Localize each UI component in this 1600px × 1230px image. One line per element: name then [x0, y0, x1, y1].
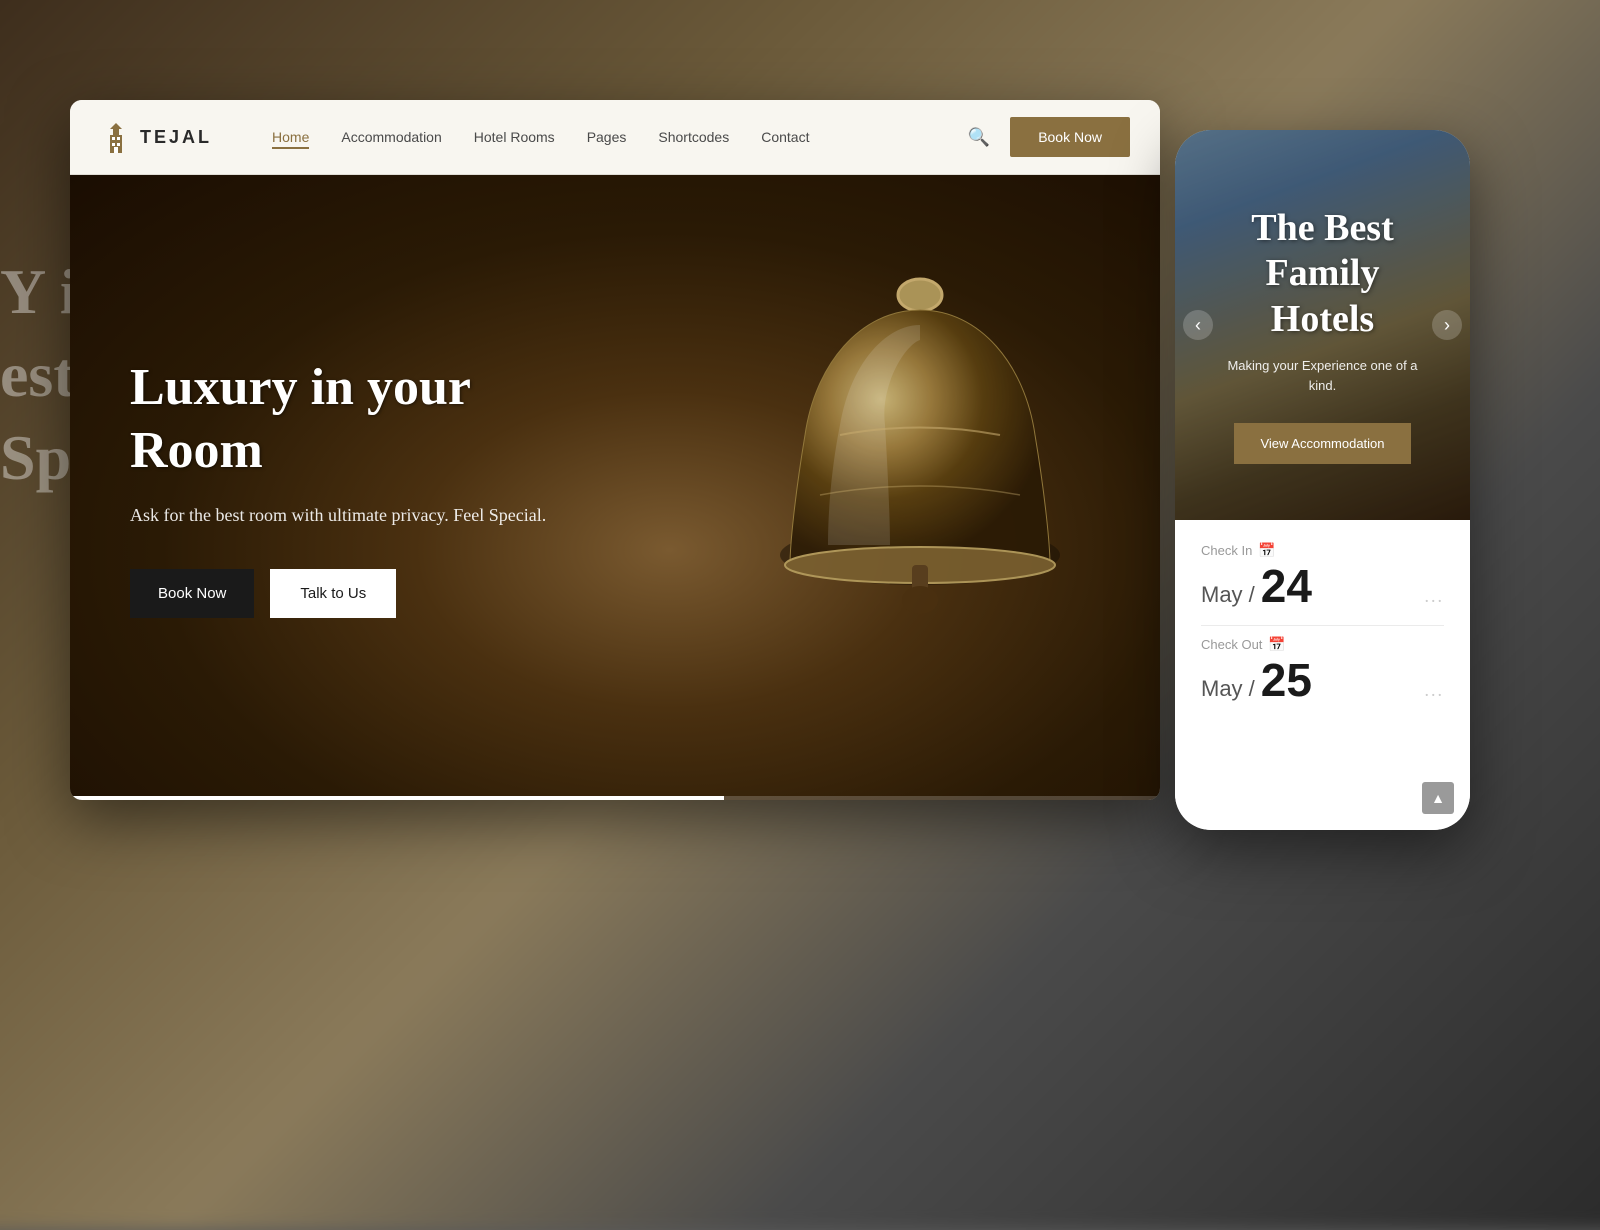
nav-shortcodes[interactable]: Shortcodes	[658, 129, 729, 145]
progress-bar-fill	[70, 796, 724, 800]
carousel-next-button[interactable]: ›	[1432, 310, 1462, 340]
hero-title: Luxury in your Room	[130, 357, 610, 482]
checkin-field: Check In 📅 May / 24 ...	[1201, 542, 1444, 609]
calendar-icon: 📅	[1258, 542, 1275, 559]
hero-section: Luxury in your Room Ask for the best roo…	[70, 175, 1160, 800]
hero-buttons: Book Now Talk to Us	[130, 569, 610, 618]
checkin-dots: ...	[1425, 586, 1445, 607]
logo-text: TEJAL	[140, 127, 212, 148]
checkin-day: 24	[1261, 563, 1312, 609]
hero-subtitle: Ask for the best room with ultimate priv…	[130, 502, 610, 529]
nav-right: 🔍 Book Now	[968, 117, 1130, 157]
booking-panel: Check In 📅 May / 24 ... Check Out 📅 May …	[1175, 520, 1470, 830]
checkin-month: May /	[1201, 582, 1255, 608]
nav-pages[interactable]: Pages	[587, 129, 627, 145]
booking-divider	[1201, 625, 1444, 626]
navbar-book-now-button[interactable]: Book Now	[1010, 117, 1130, 157]
nav-hotel-rooms[interactable]: Hotel Rooms	[474, 129, 555, 145]
progress-bar-area	[70, 796, 1160, 800]
phone-hero-subtitle: Making your Experience one of a kind.	[1215, 356, 1430, 395]
checkin-label: Check In 📅	[1201, 542, 1444, 559]
nav-links: Home Accommodation Hotel Rooms Pages Sho…	[272, 129, 968, 145]
checkout-label: Check Out 📅	[1201, 636, 1444, 653]
phone-hero-content: The Best Family Hotels Making your Exper…	[1175, 130, 1470, 520]
search-icon[interactable]: 🔍	[968, 127, 990, 148]
nav-home[interactable]: Home	[272, 129, 309, 145]
browser-window: TEJAL Home Accommodation Hotel Rooms Pag…	[70, 100, 1160, 800]
hero-content: Luxury in your Room Ask for the best roo…	[70, 175, 670, 800]
nav-accommodation[interactable]: Accommodation	[341, 129, 441, 145]
hero-book-now-button[interactable]: Book Now	[130, 569, 254, 618]
phone-mockup: ‹ › The Best Family Hotels Making your E…	[1175, 130, 1470, 830]
scroll-up-button[interactable]: ▲	[1422, 782, 1454, 814]
building-icon	[100, 121, 132, 153]
carousel-prev-button[interactable]: ‹	[1183, 310, 1213, 340]
hero-talk-button[interactable]: Talk to Us	[270, 569, 396, 618]
checkout-month: May /	[1201, 676, 1255, 702]
logo-area: TEJAL	[100, 121, 212, 153]
checkout-field: Check Out 📅 May / 25 ...	[1201, 636, 1444, 703]
phone-hero-section: ‹ › The Best Family Hotels Making your E…	[1175, 130, 1470, 520]
checkin-date-row: May / 24 ...	[1201, 563, 1444, 609]
checkout-calendar-icon: 📅	[1268, 636, 1285, 653]
phone-hero-title: The Best Family Hotels	[1215, 206, 1430, 343]
navbar: TEJAL Home Accommodation Hotel Rooms Pag…	[70, 100, 1160, 175]
view-accommodation-button[interactable]: View Accommodation	[1234, 423, 1410, 464]
checkout-dots: ...	[1425, 680, 1445, 701]
checkout-date-row: May / 25 ...	[1201, 657, 1444, 703]
nav-contact[interactable]: Contact	[761, 129, 809, 145]
checkout-day: 25	[1261, 657, 1312, 703]
hotel-bell-icon	[760, 235, 1080, 685]
